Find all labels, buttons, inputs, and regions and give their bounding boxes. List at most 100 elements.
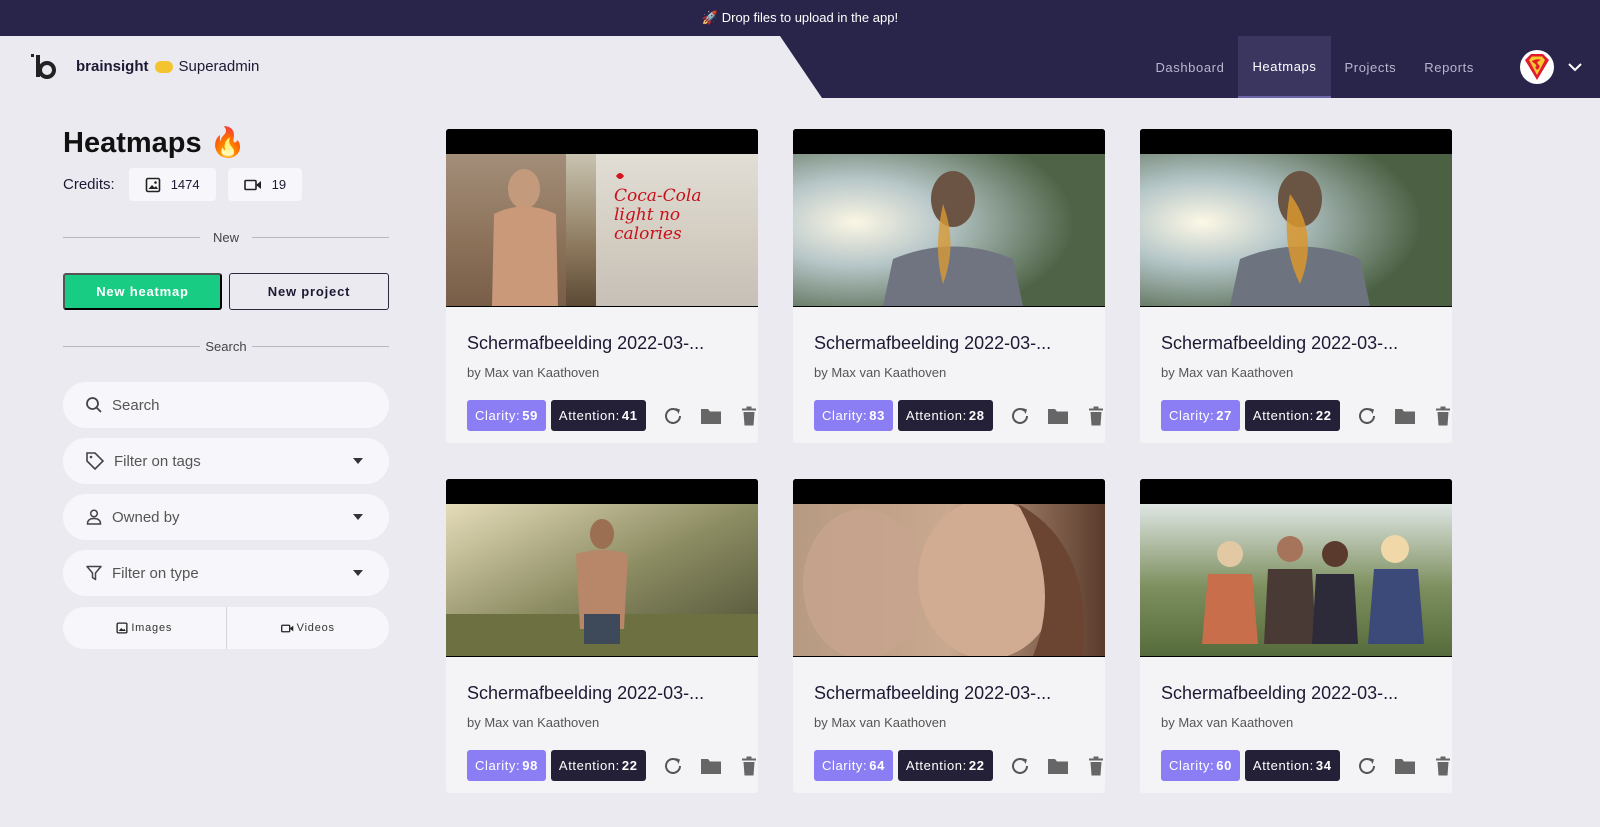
trash-icon[interactable] xyxy=(738,405,758,427)
funnel-icon xyxy=(86,565,102,581)
clarity-badge: Clarity: 59 xyxy=(467,400,546,431)
heatmap-card[interactable]: Coca-Cola light no calories Schermafbeel… xyxy=(446,129,758,443)
nav-reports[interactable]: Reports xyxy=(1410,36,1488,98)
folder-icon[interactable] xyxy=(700,405,722,427)
trash-icon[interactable] xyxy=(1432,755,1452,777)
card-meta: Clarity: 59 Attention: 41 xyxy=(467,400,758,431)
new-divider: New xyxy=(63,227,389,247)
trash-icon[interactable] xyxy=(738,755,758,777)
trash-icon[interactable] xyxy=(1432,405,1452,427)
toggle-images[interactable]: Images xyxy=(63,607,226,649)
upload-banner-text: 🚀 Drop files to upload in the app! xyxy=(701,10,899,25)
card-author: by Max van Kaathoven xyxy=(814,365,947,380)
create-buttons: New heatmap New project xyxy=(63,273,389,310)
filter-type-select[interactable]: Filter on type xyxy=(63,550,389,596)
clarity-badge: Clarity: 83 xyxy=(814,400,893,431)
brainsight-logo[interactable] xyxy=(30,52,60,82)
heatmap-thumbnail[interactable] xyxy=(1140,129,1452,307)
heatmap-card[interactable]: Schermafbeelding 2022-03-... by Max van … xyxy=(1140,479,1452,793)
toggle-videos[interactable]: Videos xyxy=(225,607,390,649)
card-title[interactable]: Schermafbeelding 2022-03-... xyxy=(814,333,1051,354)
chevron-down-icon[interactable] xyxy=(1566,58,1584,76)
brand: brainsight Superadmin xyxy=(76,58,259,75)
image-credits-value: 1474 xyxy=(170,177,200,192)
new-heatmap-button[interactable]: New heatmap xyxy=(63,273,222,310)
trash-icon[interactable] xyxy=(1085,755,1105,777)
tag-icon xyxy=(86,452,105,471)
thumbnail-image xyxy=(446,504,758,656)
folder-icon[interactable] xyxy=(1047,405,1069,427)
thumbnail-caption: Coca-Cola light no calories xyxy=(614,186,702,244)
heatmap-thumbnail[interactable] xyxy=(1140,479,1452,657)
video-icon xyxy=(243,179,261,190)
upload-banner: 🚀 Drop files to upload in the app! xyxy=(0,0,1600,36)
folder-icon[interactable] xyxy=(700,755,722,777)
folder-icon[interactable] xyxy=(1394,755,1416,777)
card-title[interactable]: Schermafbeelding 2022-03-... xyxy=(1161,683,1398,704)
heatmap-thumbnail[interactable] xyxy=(793,129,1105,307)
heatmap-thumbnail[interactable] xyxy=(446,479,758,657)
caret-down-icon xyxy=(353,570,363,576)
refresh-icon[interactable] xyxy=(662,755,684,777)
refresh-icon[interactable] xyxy=(1009,755,1031,777)
nav-projects[interactable]: Projects xyxy=(1331,36,1411,98)
heatmap-thumbnail[interactable]: Coca-Cola light no calories xyxy=(446,129,758,307)
brand-name: brainsight xyxy=(76,58,149,75)
heatmap-card[interactable]: Schermafbeelding 2022-03-... by Max van … xyxy=(793,479,1105,793)
owned-by-select[interactable]: Owned by xyxy=(63,494,389,540)
credits-label: Credits: xyxy=(63,176,115,193)
card-author: by Max van Kaathoven xyxy=(1161,715,1294,730)
card-title[interactable]: Schermafbeelding 2022-03-... xyxy=(1161,333,1398,354)
sidebar: Heatmaps 🔥 Credits: 1474 19 New New heat… xyxy=(63,126,389,649)
thumbnail-image xyxy=(793,154,1105,306)
card-title[interactable]: Schermafbeelding 2022-03-... xyxy=(467,683,704,704)
new-project-button[interactable]: New project xyxy=(229,273,389,310)
credits: Credits: 1474 19 xyxy=(63,168,389,201)
search-input[interactable]: Search xyxy=(63,382,389,428)
video-icon xyxy=(280,624,293,632)
heatmap-thumbnail[interactable] xyxy=(793,479,1105,657)
page-title: Heatmaps 🔥 xyxy=(63,126,389,160)
heatmap-card[interactable]: Schermafbeelding 2022-03-... by Max van … xyxy=(446,479,758,793)
attention-badge: Attention: 41 xyxy=(550,400,646,431)
refresh-icon[interactable] xyxy=(1009,405,1031,427)
caret-down-icon xyxy=(353,458,363,464)
nav-heatmaps[interactable]: Heatmaps xyxy=(1238,36,1331,98)
card-meta: Clarity: 60 Attention: 34 xyxy=(1161,750,1452,781)
refresh-icon[interactable] xyxy=(1356,405,1378,427)
attention-badge: Attention: 22 xyxy=(550,750,646,781)
folder-icon[interactable] xyxy=(1047,755,1069,777)
refresh-icon[interactable] xyxy=(1356,755,1378,777)
filter-tags-select[interactable]: Filter on tags xyxy=(63,438,389,484)
video-credits-value: 19 xyxy=(271,177,287,192)
avatar[interactable] xyxy=(1520,50,1554,84)
refresh-icon[interactable] xyxy=(662,405,684,427)
thumbnail-image xyxy=(793,504,1105,656)
attention-badge: Attention: 28 xyxy=(897,400,993,431)
card-title[interactable]: Schermafbeelding 2022-03-... xyxy=(467,333,704,354)
new-divider-label: New xyxy=(212,229,239,245)
folder-icon[interactable] xyxy=(1394,405,1416,427)
card-meta: Clarity: 64 Attention: 22 xyxy=(814,750,1105,781)
card-author: by Max van Kaathoven xyxy=(814,715,947,730)
trash-icon[interactable] xyxy=(1085,405,1105,427)
image-credits-chip: 1474 xyxy=(128,168,216,201)
card-title[interactable]: Schermafbeelding 2022-03-... xyxy=(814,683,1051,704)
image-icon xyxy=(116,622,128,634)
clarity-badge: Clarity: 27 xyxy=(1161,400,1240,431)
card-author: by Max van Kaathoven xyxy=(467,365,600,380)
card-meta: Clarity: 98 Attention: 22 xyxy=(467,750,758,781)
search-icon xyxy=(86,397,102,413)
thumbnail-image xyxy=(1140,154,1452,306)
thumbnail-image xyxy=(1140,504,1452,656)
handshake-icon xyxy=(154,60,173,73)
search-divider-label: Search xyxy=(205,338,247,354)
user-icon xyxy=(86,509,102,525)
card-meta: Clarity: 27 Attention: 22 xyxy=(1161,400,1452,431)
nav-dashboard[interactable]: Dashboard xyxy=(1141,36,1238,98)
clarity-badge: Clarity: 60 xyxy=(1161,750,1240,781)
heatmap-card[interactable]: Schermafbeelding 2022-03-... by Max van … xyxy=(793,129,1105,443)
heatmap-card[interactable]: Schermafbeelding 2022-03-... by Max van … xyxy=(1140,129,1452,443)
attention-badge: Attention: 22 xyxy=(897,750,993,781)
card-author: by Max van Kaathoven xyxy=(1161,365,1294,380)
